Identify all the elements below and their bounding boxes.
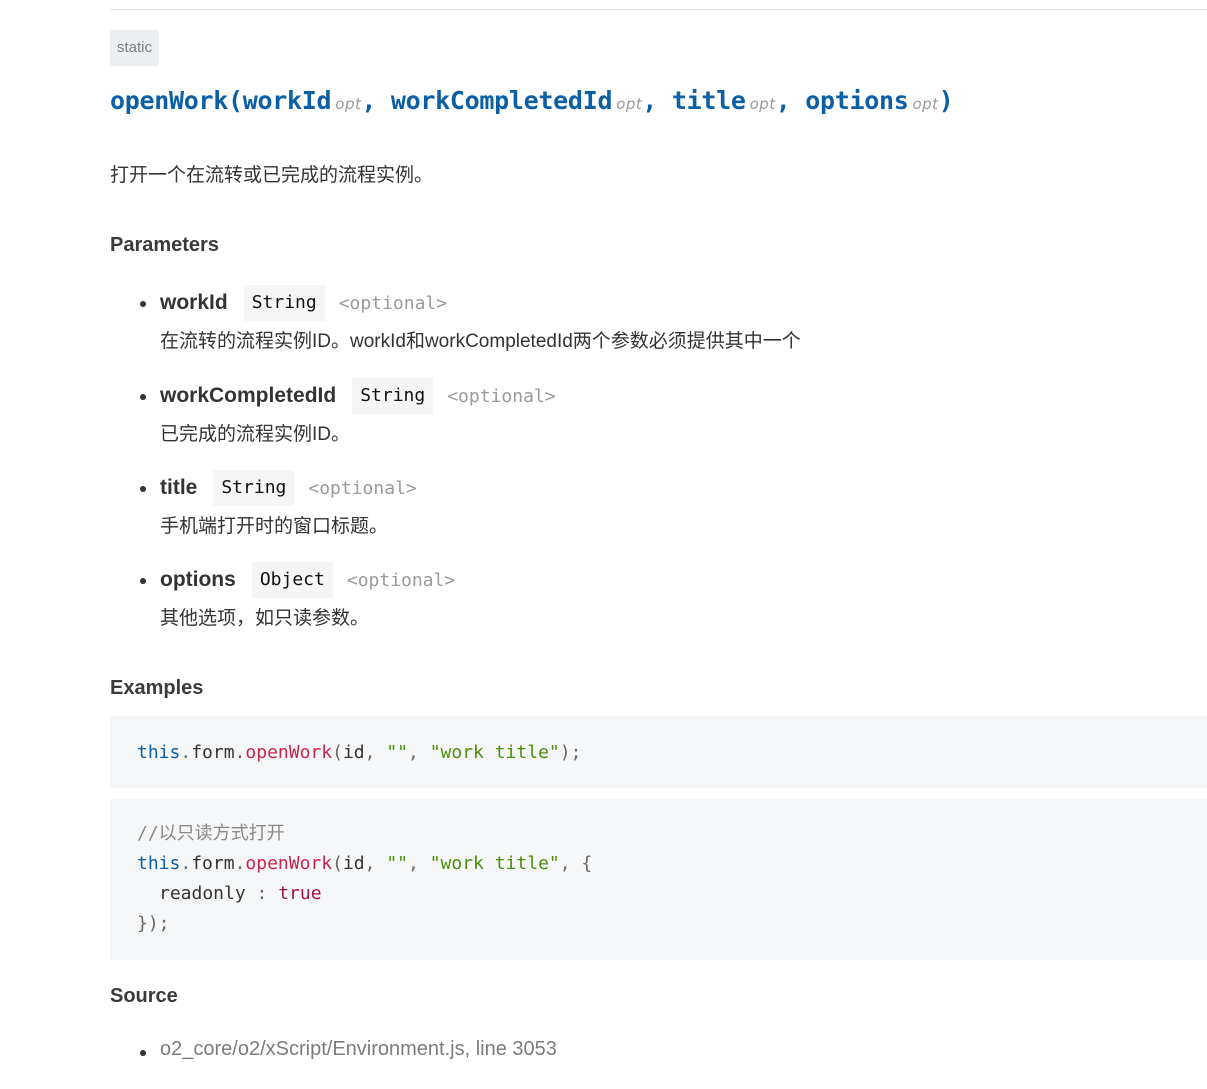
top-divider [110, 9, 1207, 10]
param-description: 手机端打开时的窗口标题。 [160, 516, 389, 537]
param-name: options [160, 568, 236, 591]
bullet-dot [140, 578, 146, 584]
sig-opt-label: opt [616, 95, 643, 113]
param-description: 在流转的流程实例ID。workId和workCompletedId两个参数必须提… [160, 331, 801, 352]
sig-param-workid: workId [242, 86, 332, 115]
source-heading: Source [110, 985, 178, 1007]
close-paren: ) [938, 86, 954, 115]
sig-opt-label: opt [749, 95, 776, 113]
code-id: id [342, 853, 365, 874]
code-string: "" [386, 742, 409, 763]
sig-separator: , [361, 86, 377, 115]
method-name: openWork [110, 86, 229, 115]
code-this: this [137, 853, 181, 874]
code-end: }); [137, 913, 170, 934]
sig-opt-label: opt [335, 95, 362, 113]
code-dot: . [234, 853, 246, 874]
code-example-2[interactable]: //以只读方式打开 this.form.openWork(id, "", "wo… [110, 799, 1207, 960]
code-form: form [191, 742, 235, 763]
param-name: workCompletedId [160, 384, 337, 407]
method-signature: openWork(workId opt, workCompletedId opt, … [110, 86, 954, 115]
param-name: workId [160, 291, 228, 314]
code-bool: true [278, 883, 322, 904]
method-description: 打开一个在流转或已完成的流程实例。 [110, 165, 434, 186]
bullet-dot [140, 394, 146, 400]
examples-heading: Examples [110, 677, 204, 699]
code-paren: ( [332, 853, 343, 874]
code-key: readonly [159, 883, 246, 904]
code-line: this.form.openWork(id, "", "work title")… [137, 738, 581, 768]
sig-param-workcompletedid: workCompletedId [390, 86, 613, 115]
code-string: "work title" [429, 853, 560, 874]
bullet-dot [140, 1050, 146, 1056]
sig-param-options: options [805, 86, 909, 115]
code-example-1[interactable]: this.form.openWork(id, "", "work title")… [110, 716, 1207, 788]
source-path[interactable]: o2_core/o2/xScript/Environment.js [160, 1038, 465, 1060]
code-id: id [342, 742, 365, 763]
open-paren: ( [228, 86, 243, 115]
sig-param-title: title [671, 86, 746, 115]
param-type: String [352, 378, 434, 414]
bullet-dot [140, 486, 146, 492]
code-comma: , [408, 742, 430, 763]
code-comma: , [408, 853, 430, 874]
param-type: Object [251, 562, 333, 598]
code-dot: . [180, 742, 192, 763]
code-dot: . [234, 742, 246, 763]
sig-separator: , [775, 86, 791, 115]
code-string: "" [386, 853, 409, 874]
code-this: this [137, 742, 181, 763]
bullet-dot [140, 301, 146, 307]
source-link[interactable]: o2_core/o2/xScript/Environment.js, line … [160, 1038, 557, 1061]
param-type: String [243, 285, 325, 321]
code-paren: ( [332, 742, 343, 763]
param-optional-tag: <optional> [447, 385, 556, 407]
code-dot: . [180, 853, 192, 874]
code-colon: : [245, 883, 279, 904]
param-type: String [213, 470, 295, 506]
param-optional-tag: <optional> [308, 477, 417, 499]
parameters-heading: Parameters [110, 234, 219, 256]
param-description: 其他选项，如只读参数。 [160, 608, 370, 629]
code-line: readonly : true [159, 879, 322, 909]
param-name: title [160, 476, 198, 499]
code-form: form [191, 853, 235, 874]
param-optional-tag: <optional> [338, 292, 448, 314]
code-comment: //以只读方式打开 [137, 823, 285, 844]
code-comma: , [364, 742, 387, 763]
code-line: this.form.openWork(id, "", "work title",… [137, 849, 592, 879]
static-badge: static [110, 30, 160, 66]
sig-separator: , [642, 86, 658, 115]
code-brace: , { [559, 853, 593, 874]
sig-opt-label: opt [912, 95, 939, 113]
code-end: ); [559, 742, 582, 763]
source-line[interactable]: , line 3053 [465, 1038, 557, 1060]
param-description: 已完成的流程实例ID。 [160, 424, 351, 445]
code-method: openWork [245, 853, 333, 874]
code-comma: , [364, 853, 387, 874]
param-optional-tag: <optional> [346, 569, 456, 591]
code-string: "work title" [429, 742, 560, 763]
code-method: openWork [245, 742, 333, 763]
